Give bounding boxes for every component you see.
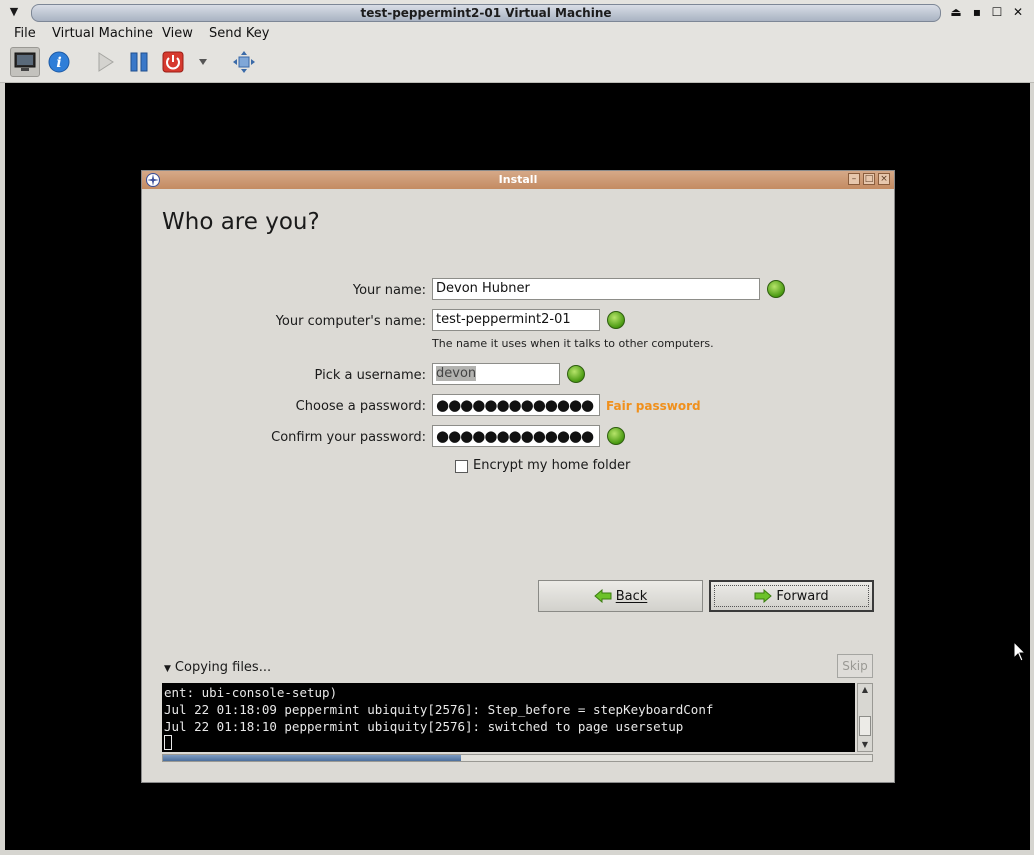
menu-virtual-machine[interactable]: Virtual Machine [52, 24, 153, 44]
encrypt-home-checkbox[interactable] [455, 460, 468, 473]
install-log-console[interactable]: ent: ubi-console-setup) Jul 22 01:18:09 … [162, 683, 855, 752]
host-window-title: test-peppermint2-01 Virtual Machine [31, 4, 941, 22]
mouse-cursor-icon [1013, 641, 1027, 662]
username-label: Pick a username: [314, 368, 426, 383]
back-label: Back [615, 588, 648, 604]
install-progress-bar [162, 754, 873, 762]
dropdown-arrow-icon [199, 59, 207, 65]
svg-text:i: i [56, 55, 61, 71]
forward-label: Forward [776, 588, 829, 604]
name-input[interactable]: Devon Hubner [432, 278, 760, 300]
computer-name-hint: The name it uses when it talks to other … [432, 337, 714, 350]
window-menu-icon[interactable]: ▼ [6, 4, 22, 20]
close-icon[interactable]: ✕ [1010, 4, 1026, 20]
page-title: Who are you? [162, 209, 320, 235]
forward-button[interactable]: Forward [709, 580, 874, 612]
forward-arrow-icon [754, 589, 773, 603]
console-line: ent: ubi-console-setup) [164, 685, 338, 700]
skip-button[interactable]: Skip [837, 654, 873, 678]
installer-maximize-icon[interactable]: □ [863, 173, 875, 185]
confirm-password-input[interactable]: ●●●●●●●●●●●●● [432, 425, 600, 447]
username-ok-icon [567, 365, 585, 383]
fullscreen-button[interactable] [229, 47, 259, 77]
fullscreen-icon [233, 51, 255, 73]
computer-name-ok-icon [607, 311, 625, 329]
shutdown-menu-button[interactable] [188, 47, 218, 77]
console-line: Jul 22 01:18:09 peppermint ubiquity[2576… [164, 702, 714, 717]
password-input[interactable]: ●●●●●●●●●●●●● [432, 394, 600, 416]
computer-name-label: Your computer's name: [275, 314, 426, 329]
run-button[interactable] [90, 47, 120, 77]
installer-title: Install [498, 173, 538, 186]
scroll-up-icon[interactable]: ▲ [858, 684, 872, 696]
password-strength-text: Fair password [606, 399, 701, 413]
pause-icon [130, 52, 148, 72]
maximize-icon[interactable]: ☐ [989, 4, 1005, 20]
installer-close-icon[interactable]: × [878, 173, 890, 185]
menu-file[interactable]: File [14, 24, 36, 44]
name-ok-icon [767, 280, 785, 298]
shade-icon[interactable]: ⏏ [948, 4, 964, 20]
pause-button[interactable] [124, 47, 154, 77]
host-menubar: File Virtual Machine View Send Key [0, 24, 1034, 44]
power-icon [162, 51, 184, 73]
username-selected-text: devon [436, 366, 477, 381]
confirm-password-label: Confirm your password: [271, 430, 426, 445]
scrollbar-thumb[interactable] [859, 716, 871, 736]
shutdown-button[interactable] [158, 47, 188, 77]
play-icon [98, 52, 114, 72]
back-arrow-icon [593, 589, 612, 603]
installer-titlebar: Install – □ × [142, 171, 894, 189]
confirm-password-ok-icon [607, 427, 625, 445]
console-scrollbar[interactable]: ▲ ▼ [857, 683, 873, 752]
details-button[interactable]: i [44, 47, 74, 77]
name-label: Your name: [352, 283, 426, 298]
host-toolbar: i [0, 44, 1034, 83]
progress-expander[interactable]: ▼ Copying files... [164, 660, 271, 675]
console-line: Jul 22 01:18:10 peppermint ubiquity[2576… [164, 719, 684, 734]
installer-window: Install – □ × Who are you? Your name: De… [141, 170, 895, 783]
username-input[interactable]: devon [432, 363, 560, 385]
installer-minimize-icon[interactable]: – [848, 173, 860, 185]
monitor-icon [14, 52, 36, 71]
progress-label: Copying files... [174, 660, 272, 675]
scroll-down-icon[interactable]: ▼ [858, 739, 872, 751]
console-view-button[interactable] [10, 47, 40, 77]
install-progress-fill [163, 755, 461, 761]
encrypt-home-label[interactable]: Encrypt my home folder [473, 458, 630, 473]
menu-view[interactable]: View [162, 24, 193, 44]
back-button[interactable]: Back [538, 580, 703, 612]
info-icon: i [48, 51, 70, 73]
host-titlebar: ▼ test-peppermint2-01 Virtual Machine ⏏ … [0, 0, 1034, 24]
password-label: Choose a password: [295, 399, 426, 414]
expander-arrow-icon: ▼ [164, 664, 171, 674]
terminal-cursor [164, 735, 172, 750]
menu-send-key[interactable]: Send Key [209, 24, 269, 44]
minimize-icon[interactable]: ▪ [969, 4, 985, 20]
computer-name-input[interactable]: test-peppermint2-01 [432, 309, 600, 331]
